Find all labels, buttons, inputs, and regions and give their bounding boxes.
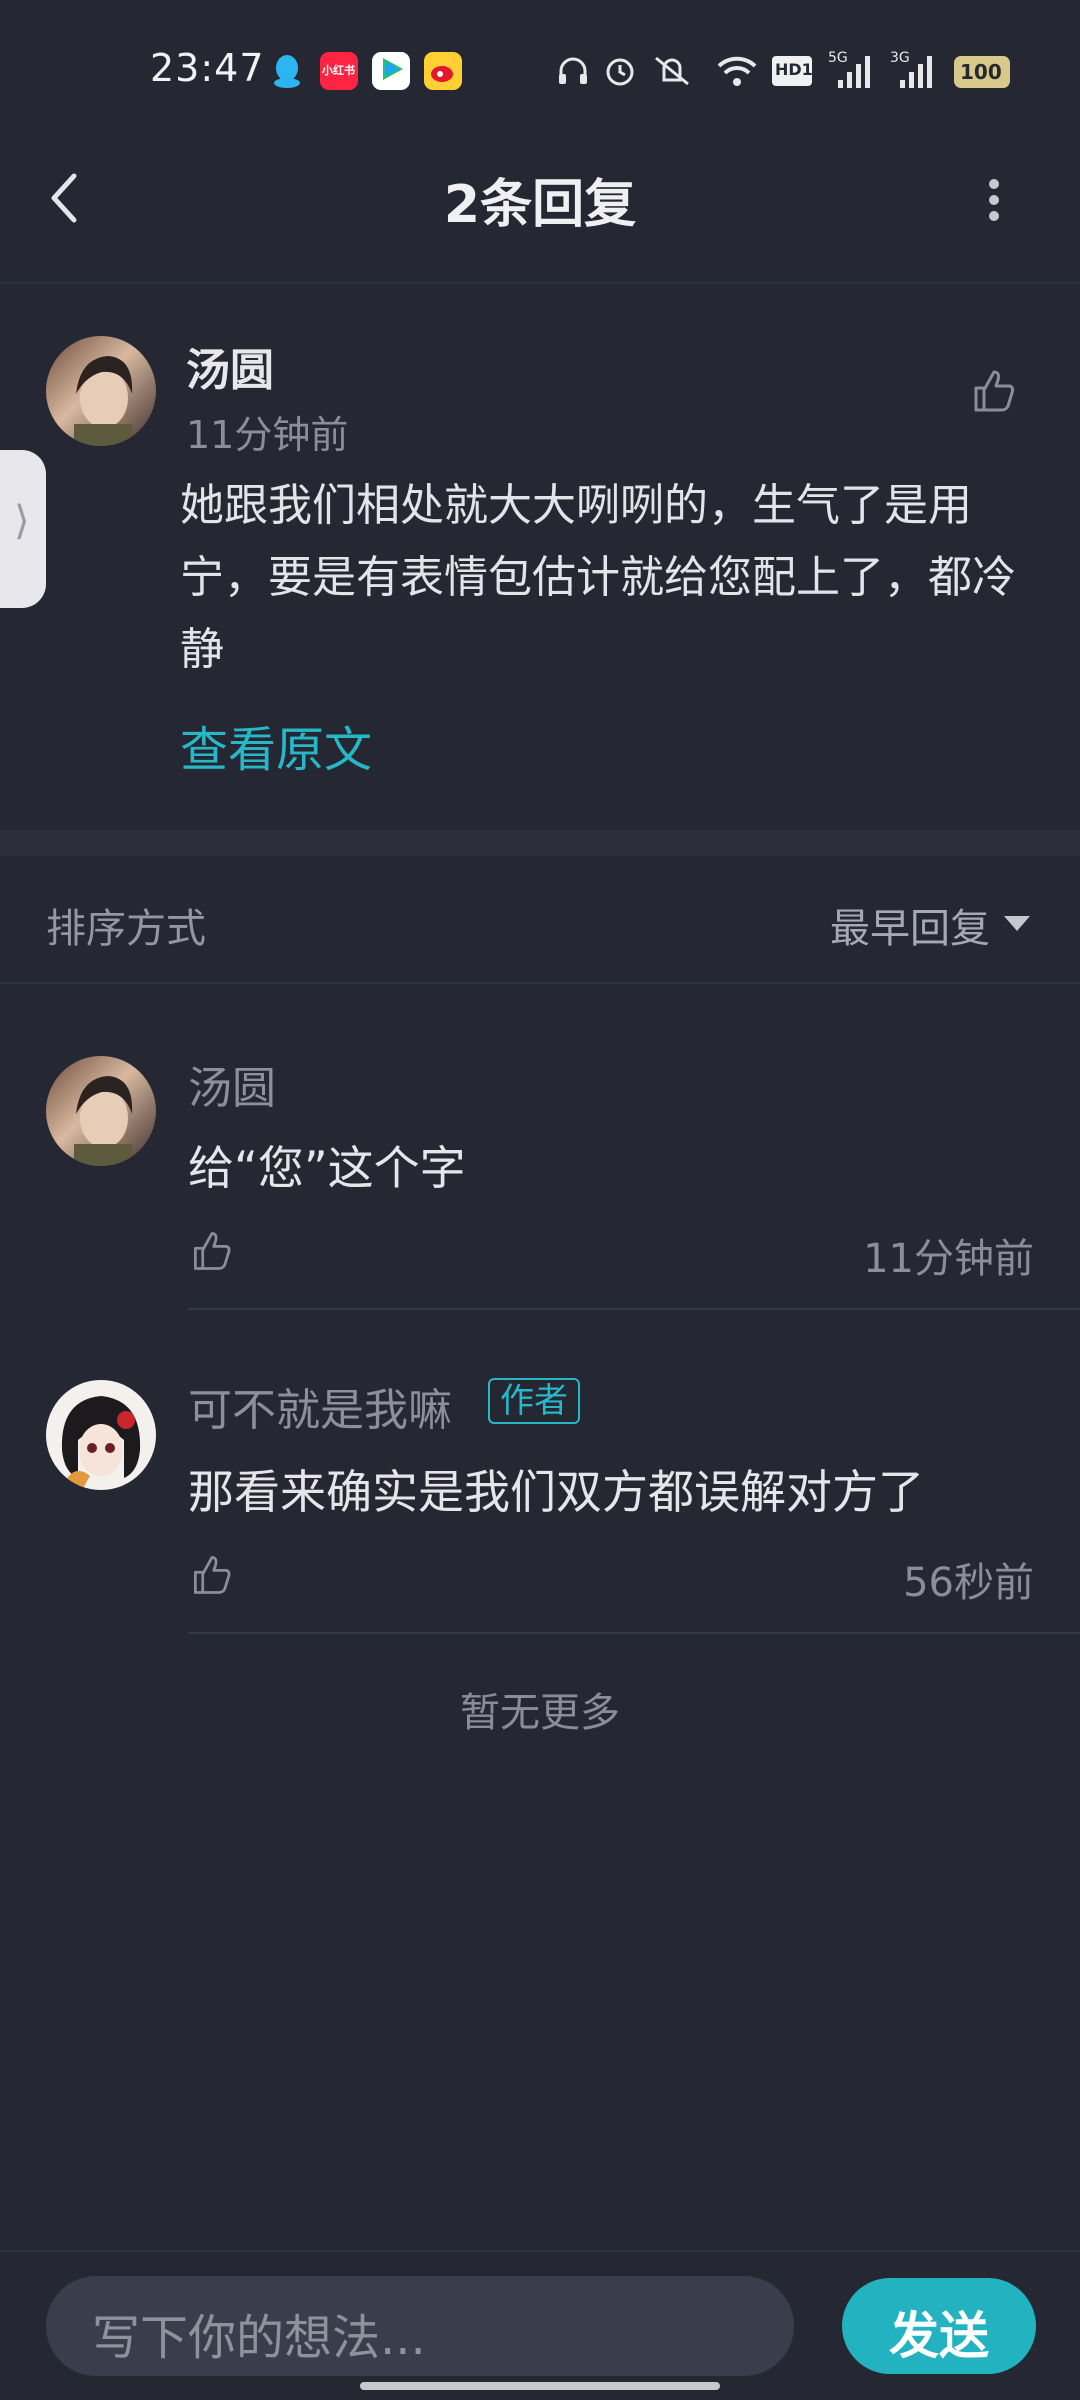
side-drawer-handle[interactable]: ⟩	[0, 450, 46, 608]
reply-username[interactable]: 汤圆	[188, 1052, 276, 1116]
home-indicator[interactable]	[360, 2382, 720, 2390]
thumbs-up-icon	[193, 1232, 231, 1270]
avatar[interactable]	[46, 1380, 156, 1490]
weibo-icon	[424, 52, 462, 90]
comment-time: 11分钟前	[186, 413, 349, 457]
reply-time: 56秒前	[903, 1560, 1034, 1606]
comment-input[interactable]: 写下你的想法...	[46, 2276, 794, 2376]
status-bar: 23:47 小红书 HD1 5G 3G 100	[0, 0, 1080, 130]
comment-username[interactable]: 汤圆	[186, 334, 274, 398]
sort-dropdown[interactable]: 最早回复	[830, 896, 990, 954]
caret-down-icon[interactable]	[1004, 916, 1030, 931]
like-button[interactable]	[188, 1228, 234, 1274]
alarm-icon	[603, 54, 637, 92]
reply-divider	[188, 1308, 1080, 1310]
page-title: 2条回复	[443, 175, 637, 235]
wifi-icon	[716, 54, 758, 92]
like-button[interactable]	[968, 366, 1018, 416]
more-button[interactable]	[986, 176, 1002, 224]
reply-text: 那看来确实是我们双方都误解对方了	[188, 1465, 924, 1519]
headphones-icon	[556, 54, 590, 92]
like-button[interactable]	[188, 1552, 234, 1598]
send-button[interactable]: 发送	[842, 2278, 1036, 2374]
more-vertical-icon	[989, 179, 999, 221]
reply-text: 给“您”这个字	[188, 1141, 466, 1195]
hd-icon: HD1	[772, 56, 813, 86]
thumbs-up-icon	[193, 1556, 231, 1594]
reply-divider	[188, 1632, 1080, 1634]
battery-icon: 100	[954, 56, 1010, 88]
chevron-right-icon: ⟩	[14, 498, 30, 544]
comment-input-placeholder: 写下你的想法...	[92, 2310, 426, 2366]
composer-divider	[0, 2250, 1080, 2252]
comment-text: 她跟我们相处就大大咧咧的，生气了是用宁，要是有表情包估计就给您配上了，都冷静	[180, 480, 1016, 675]
send-button-label: 发送	[889, 2307, 989, 2365]
no-more-text: 暂无更多	[460, 1690, 620, 1736]
mute-icon	[650, 54, 694, 92]
header-divider	[0, 282, 1080, 284]
sort-divider	[0, 982, 1080, 984]
tencent-video-icon	[372, 52, 410, 90]
reply-time: 11分钟前	[863, 1236, 1034, 1282]
author-badge: 作者	[488, 1378, 580, 1424]
avatar[interactable]	[46, 336, 156, 446]
section-divider	[0, 830, 1080, 856]
view-original-link[interactable]: 查看原文	[180, 710, 372, 780]
avatar[interactable]	[46, 1056, 156, 1166]
thumbs-up-icon	[974, 370, 1015, 412]
sort-label: 排序方式	[46, 906, 206, 952]
qq-icon	[268, 52, 306, 90]
status-time: 23:47	[150, 46, 265, 90]
reply-username[interactable]: 可不就是我嘛	[188, 1374, 452, 1438]
xiaohongshu-icon: 小红书	[320, 52, 358, 90]
